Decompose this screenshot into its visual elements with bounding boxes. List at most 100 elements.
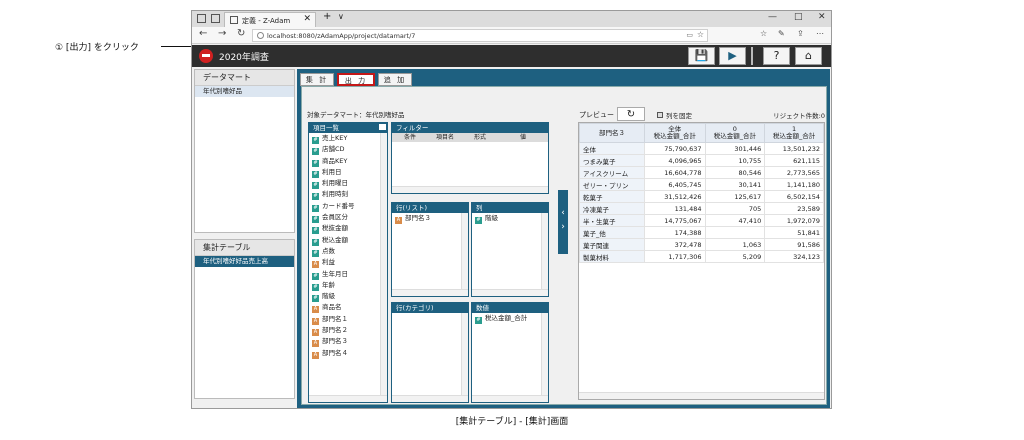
field-list-vscroll[interactable] bbox=[380, 133, 387, 395]
table-row: 製菓材料 1,717,306 5,209 324,123 bbox=[579, 250, 824, 263]
field-list-hscroll[interactable] bbox=[309, 395, 387, 402]
more-icon[interactable]: ⋯ bbox=[816, 29, 824, 38]
reading-view-icon[interactable]: ▭ bbox=[686, 31, 693, 39]
number-type-icon: # bbox=[312, 238, 319, 246]
table-row: 冷凍菓子 131,484 705 23,589 bbox=[579, 202, 824, 215]
grid-column-header[interactable]: 0 税込金額_合計 bbox=[704, 123, 766, 143]
tab-bar: 定義 - Z-Adam ✕ + ∨ — □ ✕ bbox=[192, 11, 831, 27]
field-item-label: 部門名２ bbox=[322, 326, 348, 335]
field-item[interactable]: # カード番号 bbox=[309, 201, 387, 212]
table-item[interactable]: 年代別嗜好好品売上高 bbox=[195, 256, 294, 267]
field-item-label: 利用曜日 bbox=[322, 179, 348, 188]
field-item[interactable]: # 階級 bbox=[309, 291, 387, 303]
fix-columns-checkbox[interactable] bbox=[657, 112, 663, 118]
pen-icon[interactable]: ✎ bbox=[778, 29, 785, 38]
text-type-icon: A bbox=[312, 317, 319, 325]
grid-column-header[interactable]: 全体 税込金額_合計 bbox=[643, 123, 706, 143]
url-input[interactable]: localhost:8080/zAdamApp/project/datamart… bbox=[252, 29, 708, 42]
field-item[interactable]: # 生年月日 bbox=[309, 269, 387, 280]
field-item[interactable]: A 利益 bbox=[309, 257, 387, 269]
value-cell: 80,546 bbox=[704, 166, 766, 179]
browser-tab[interactable]: 定義 - Z-Adam ✕ bbox=[224, 12, 316, 27]
preview-toggle-button[interactable]: ‹ › bbox=[558, 190, 568, 254]
refresh-button[interactable]: ↻ bbox=[617, 107, 645, 121]
run-button[interactable]: ▶ bbox=[719, 47, 746, 65]
rows-category-hscroll[interactable] bbox=[392, 395, 468, 402]
field-item[interactable]: # 利用日 bbox=[309, 167, 387, 178]
grid-hscroll[interactable] bbox=[579, 392, 824, 399]
header-separator bbox=[751, 47, 753, 65]
field-item[interactable]: # 点数 bbox=[309, 246, 387, 257]
grid-column-header[interactable]: 1 税込金額_合計 bbox=[764, 123, 824, 143]
window-close-button[interactable]: ✕ bbox=[818, 12, 826, 22]
table-row: 乾菓子 31,512,426 125,617 6,502,154 bbox=[579, 190, 824, 203]
field-item[interactable]: # 利用時刻 bbox=[309, 189, 387, 201]
close-tab-icon[interactable]: ✕ bbox=[303, 14, 311, 24]
values-vscroll[interactable] bbox=[541, 313, 548, 395]
filter-col-item: 項目名 bbox=[436, 134, 455, 141]
tab-preview-icon[interactable] bbox=[211, 14, 220, 23]
values-hscroll[interactable] bbox=[472, 395, 548, 402]
filter-hscroll[interactable] bbox=[392, 186, 548, 193]
field-item[interactable]: # 商品KEY bbox=[309, 156, 387, 167]
field-item[interactable]: A 部門名４ bbox=[309, 348, 387, 359]
values-item[interactable]: # 税込金額_合計 bbox=[472, 313, 548, 324]
value-cell bbox=[704, 226, 766, 239]
home-button[interactable]: ⌂ bbox=[795, 47, 822, 65]
field-list-panel: 項目一覧 # 売上KEY # 店舗CD # 商品KEY # 利用日 # 利用曜日 # 利用時刻 # カード… bbox=[308, 122, 388, 403]
field-item[interactable]: # 税抜金額 bbox=[309, 223, 387, 235]
back-button[interactable]: ← bbox=[199, 28, 207, 39]
tabs-aside-icon[interactable] bbox=[197, 14, 206, 23]
grid-column-header[interactable]: 部門名３ bbox=[579, 123, 645, 143]
new-tab-button[interactable]: + bbox=[323, 11, 331, 22]
rows-list-hscroll[interactable] bbox=[392, 289, 468, 296]
table-row: 半・生菓子 14,775,067 47,410 1,972,079 bbox=[579, 214, 824, 227]
value-cell: 2,773,565 bbox=[764, 166, 824, 179]
field-item[interactable]: A 部門名１ bbox=[309, 314, 387, 325]
share-icon[interactable]: ⇪ bbox=[797, 29, 804, 38]
filter-toggle-icon[interactable] bbox=[378, 123, 387, 131]
rows-list-vscroll[interactable] bbox=[461, 213, 468, 289]
number-type-icon: # bbox=[312, 182, 319, 190]
cols-item[interactable]: # 階級 bbox=[472, 213, 548, 224]
field-item[interactable]: # 売上KEY bbox=[309, 133, 387, 144]
favorites-icon[interactable]: ☆ bbox=[760, 29, 767, 38]
cols-hscroll[interactable] bbox=[472, 289, 548, 296]
row-header-cell: アイスクリーム bbox=[579, 166, 645, 179]
help-button[interactable]: ? bbox=[763, 47, 790, 65]
value-cell: 1,717,306 bbox=[643, 250, 706, 263]
values-item-label: 税込金額_合計 bbox=[485, 314, 528, 322]
minimize-button[interactable]: — bbox=[768, 12, 777, 22]
cols-vscroll[interactable] bbox=[541, 213, 548, 289]
tab-menu-icon[interactable]: ∨ bbox=[338, 12, 344, 21]
field-item-label: 部門名４ bbox=[322, 348, 348, 357]
callout-text: ① [出力] をクリック bbox=[55, 43, 139, 53]
favorite-star-icon[interactable]: ☆ bbox=[697, 30, 704, 39]
field-item[interactable]: # 年齢 bbox=[309, 280, 387, 291]
forward-button[interactable]: → bbox=[218, 28, 226, 39]
value-cell: 301,446 bbox=[704, 142, 766, 155]
field-item[interactable]: # 会員区分 bbox=[309, 212, 387, 224]
refresh-icon: ↻ bbox=[626, 109, 636, 120]
rows-category-vscroll[interactable] bbox=[461, 313, 468, 395]
number-type-icon: # bbox=[312, 283, 319, 291]
filter-columns: 条件 項目名 形式 値 bbox=[392, 133, 548, 142]
table-panel: 集計テーブル 年代別嗜好好品売上高 bbox=[194, 239, 295, 399]
field-item[interactable]: # 店舗CD bbox=[309, 144, 387, 156]
field-item[interactable]: A 部門名２ bbox=[309, 325, 387, 337]
tab-output[interactable]: 出 力 bbox=[337, 73, 375, 86]
reload-button[interactable]: ↻ bbox=[237, 28, 245, 39]
cols-panel: 列 # 階級 bbox=[471, 202, 549, 297]
page-icon bbox=[230, 16, 238, 24]
field-item[interactable]: A 部門名３ bbox=[309, 336, 387, 348]
field-item[interactable]: # 税込金額 bbox=[309, 235, 387, 246]
rows-list-item[interactable]: A 部門名３ bbox=[392, 213, 468, 224]
grid-header-row: 部門名３ 全体 税込金額_合計 0 税込金額_合計 1 税込金額_合計 bbox=[579, 123, 824, 143]
maximize-button[interactable]: □ bbox=[794, 12, 803, 22]
tab-add[interactable]: 追 加 bbox=[378, 73, 412, 86]
save-button[interactable]: 💾 bbox=[688, 47, 715, 65]
datamart-item[interactable]: 年代別嗜好品 bbox=[195, 86, 294, 97]
field-item[interactable]: A 商品名 bbox=[309, 302, 387, 314]
tab-aggregate[interactable]: 集 計 bbox=[300, 73, 334, 86]
field-item[interactable]: # 利用曜日 bbox=[309, 178, 387, 190]
